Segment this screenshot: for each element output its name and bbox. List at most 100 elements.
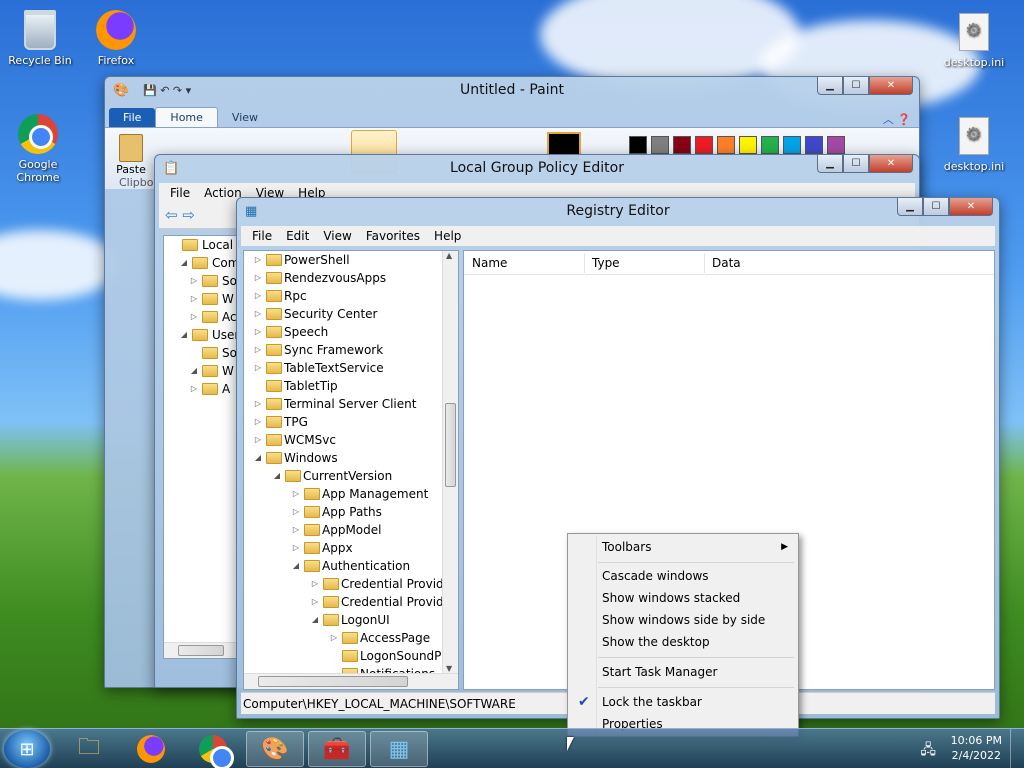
palette-swatch[interactable]: [695, 136, 713, 154]
tree-item[interactable]: ▷ RendezvousApps: [244, 269, 442, 287]
palette-swatch[interactable]: [651, 136, 669, 154]
tree-item[interactable]: ◢Comp: [164, 254, 240, 272]
expanded-arrow-icon[interactable]: ◢: [290, 557, 302, 575]
tree-item[interactable]: ▷ Rpc: [244, 287, 442, 305]
tree-item[interactable]: ▷ TableTextService: [244, 359, 442, 377]
tree-item[interactable]: ▷ Sync Framework: [244, 341, 442, 359]
tree-item[interactable]: ▷ App Management: [244, 485, 442, 503]
collapsed-arrow-icon[interactable]: ▷: [309, 575, 321, 593]
taskbar-app-regedit[interactable]: ▦: [370, 731, 428, 767]
menu-file[interactable]: File: [163, 186, 197, 200]
tree-item[interactable]: ▷ App Paths: [244, 503, 442, 521]
collapsed-arrow-icon[interactable]: ▷: [188, 380, 200, 398]
menu-edit[interactable]: Edit: [279, 229, 316, 243]
tree-item[interactable]: ◢ LogonUI: [244, 611, 442, 629]
desktop-icon-chrome[interactable]: Google Chrome: [0, 112, 76, 184]
collapsed-arrow-icon[interactable]: ▷: [290, 503, 302, 521]
back-arrow-icon[interactable]: ⇦: [165, 206, 178, 224]
paste-button[interactable]: Paste: [113, 134, 149, 176]
vertical-scrollbar[interactable]: ▲ ▼: [442, 251, 458, 673]
taskbar-app-chrome[interactable]: [184, 731, 242, 768]
forward-arrow-icon[interactable]: ⇨: [182, 206, 195, 224]
expanded-arrow-icon[interactable]: ◢: [271, 467, 283, 485]
menu-item-start-task-manager[interactable]: Start Task Manager: [570, 661, 796, 683]
maximize-button[interactable]: ☐: [923, 198, 949, 216]
palette-swatch[interactable]: [673, 136, 691, 154]
collapsed-arrow-icon[interactable]: ▷: [252, 269, 264, 287]
menu-favorites[interactable]: Favorites: [359, 229, 427, 243]
network-icon[interactable]: 🖧: [920, 739, 936, 763]
desktop-icon-ini-2[interactable]: desktop.ini: [936, 114, 1012, 173]
collapsed-arrow-icon[interactable]: ▷: [252, 431, 264, 449]
registry-tree-pane[interactable]: ▷ PowerShell ▷ RendezvousApps ▷ Rpc ▷ Security …: [243, 250, 459, 690]
tree-item[interactable]: ▷ TPG: [244, 413, 442, 431]
taskbar-app-firefox[interactable]: [122, 731, 180, 767]
paint-titlebar[interactable]: 🎨 💾 ↶ ↷ ▾ Untitled - Paint ▁ ☐ ✕: [105, 77, 919, 105]
taskbar[interactable]: ⊞ 🗀 🎨 🧰 ▦ 🖧 10:06 PM 2/4/2022: [0, 728, 1024, 768]
tree-item[interactable]: ◢ Windows: [244, 449, 442, 467]
scrollbar-thumb[interactable]: [178, 645, 224, 656]
show-desktop-button[interactable]: [1010, 729, 1024, 768]
gpedit-titlebar[interactable]: 📋 Local Group Policy Editor ▁ ☐ ✕: [155, 155, 919, 183]
palette-swatch[interactable]: [717, 136, 735, 154]
tree-item[interactable]: ▷ Appx: [244, 539, 442, 557]
desktop-icon-recycle-bin[interactable]: Recycle Bin: [2, 8, 78, 67]
scroll-up-arrow-icon[interactable]: ▲: [446, 251, 452, 260]
tree-item[interactable]: ▷ AccessPage: [244, 629, 442, 647]
palette-swatch[interactable]: [761, 136, 779, 154]
scrollbar-thumb[interactable]: [258, 676, 408, 687]
taskbar-app-gpedit[interactable]: 🧰: [308, 731, 366, 767]
maximize-button[interactable]: ☐: [843, 155, 869, 173]
tree-item[interactable]: ▷ So: [164, 272, 240, 290]
collapsed-arrow-icon[interactable]: ▷: [252, 251, 264, 269]
tree-item[interactable]: LogonSoundPl: [244, 647, 445, 665]
tree-item[interactable]: ◢ W: [164, 362, 240, 380]
tab-home[interactable]: Home: [155, 107, 218, 127]
menu-item-toolbars[interactable]: Toolbars ▶: [570, 536, 796, 558]
minimize-button[interactable]: ▁: [897, 198, 923, 216]
help-icon[interactable]: ︿ ❓: [883, 111, 911, 127]
gpedit-tree-pane[interactable]: Local Co◢Comp▷So▷W▷Ac◢User CSo◢W▷A: [163, 235, 241, 659]
menu-view[interactable]: View: [316, 229, 358, 243]
tree-item[interactable]: So: [164, 344, 240, 362]
tree-item[interactable]: ▷ PowerShell: [244, 251, 442, 269]
tree-item[interactable]: ▷ A: [164, 380, 240, 398]
column-name[interactable]: Name: [472, 256, 507, 270]
menu-file[interactable]: File: [245, 229, 279, 243]
column-data[interactable]: Data: [712, 256, 741, 270]
tree-item[interactable]: ◢User C: [164, 326, 240, 344]
collapsed-arrow-icon[interactable]: ▷: [188, 272, 200, 290]
tree-item[interactable]: ▷ WCMSvc: [244, 431, 442, 449]
collapsed-arrow-icon[interactable]: ▷: [290, 539, 302, 557]
collapsed-arrow-icon[interactable]: ▷: [290, 485, 302, 503]
palette-swatch[interactable]: [629, 136, 647, 154]
collapsed-arrow-icon[interactable]: ▷: [252, 395, 264, 413]
collapsed-arrow-icon[interactable]: ▷: [252, 305, 264, 323]
collapsed-arrow-icon[interactable]: ▷: [252, 341, 264, 359]
taskbar-app-paint[interactable]: 🎨: [246, 731, 304, 767]
palette-swatch[interactable]: [805, 136, 823, 154]
horizontal-scrollbar[interactable]: [164, 642, 240, 658]
expanded-arrow-icon[interactable]: ◢: [252, 449, 264, 467]
collapsed-arrow-icon[interactable]: ▷: [188, 290, 200, 308]
tree-item[interactable]: ▷ W: [164, 290, 240, 308]
taskbar-app-explorer[interactable]: 🗀: [60, 731, 118, 767]
minimize-button[interactable]: ▁: [817, 77, 843, 95]
collapsed-arrow-icon[interactable]: ▷: [252, 287, 264, 305]
tree-item[interactable]: ▷ Terminal Server Client: [244, 395, 442, 413]
desktop-icon-firefox[interactable]: Firefox: [78, 8, 154, 67]
menu-item-show-the-desktop[interactable]: Show the desktop: [570, 631, 796, 653]
collapsed-arrow-icon[interactable]: ▷: [252, 323, 264, 341]
expanded-arrow-icon[interactable]: ◢: [178, 254, 190, 272]
close-button[interactable]: ✕: [869, 77, 913, 95]
tree-item[interactable]: ◢ CurrentVersion: [244, 467, 442, 485]
tab-view[interactable]: View: [218, 108, 272, 127]
scrollbar-thumb[interactable]: [445, 403, 456, 487]
palette-swatch[interactable]: [739, 136, 757, 154]
tree-item[interactable]: ▷ Credential Provide: [244, 575, 451, 593]
column-divider[interactable]: [704, 253, 705, 273]
horizontal-scrollbar[interactable]: [244, 673, 458, 689]
tree-item[interactable]: ▷ Credential Provide: [244, 593, 451, 611]
maximize-button[interactable]: ☐: [843, 77, 869, 95]
start-button[interactable]: ⊞: [4, 730, 50, 768]
